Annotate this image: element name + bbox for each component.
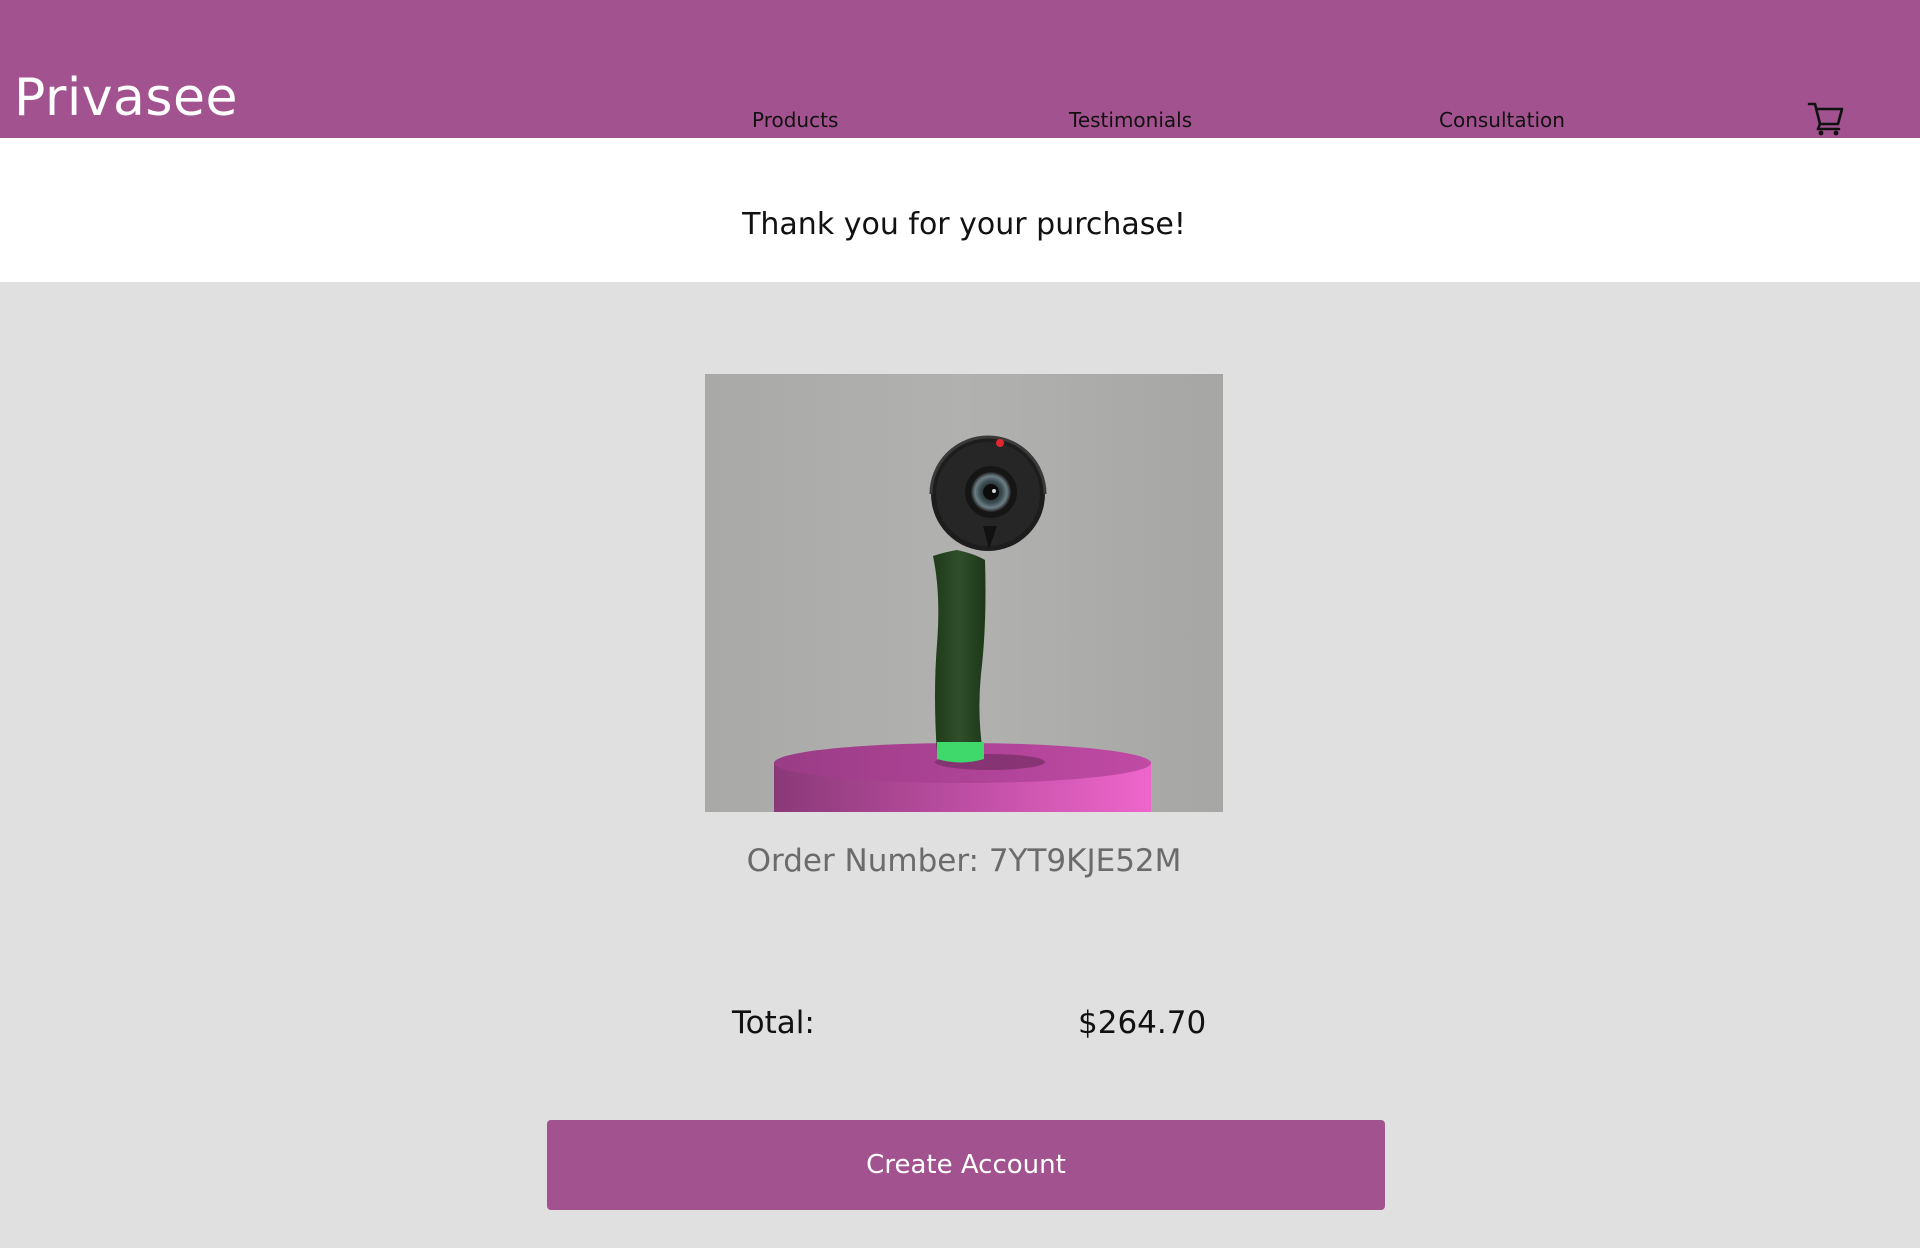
shopping-cart-icon[interactable] bbox=[1806, 98, 1846, 136]
nav-products[interactable]: Products bbox=[752, 110, 838, 130]
site-header: Privasee Products Testimonials Consultat… bbox=[0, 0, 1920, 138]
total-value: $264.70 bbox=[1078, 1005, 1207, 1041]
total-label: Total: bbox=[732, 1005, 815, 1041]
product-image bbox=[705, 374, 1223, 812]
thank-you-heading: Thank you for your purchase! bbox=[742, 207, 1186, 242]
nav-consultation[interactable]: Consultation bbox=[1439, 110, 1565, 130]
nav-testimonials[interactable]: Testimonials bbox=[1069, 110, 1192, 130]
order-number: Order Number: 7YT9KJE52M bbox=[746, 843, 1182, 879]
create-account-button[interactable]: Create Account bbox=[547, 1120, 1385, 1210]
brand-logo[interactable]: Privasee bbox=[14, 72, 238, 124]
